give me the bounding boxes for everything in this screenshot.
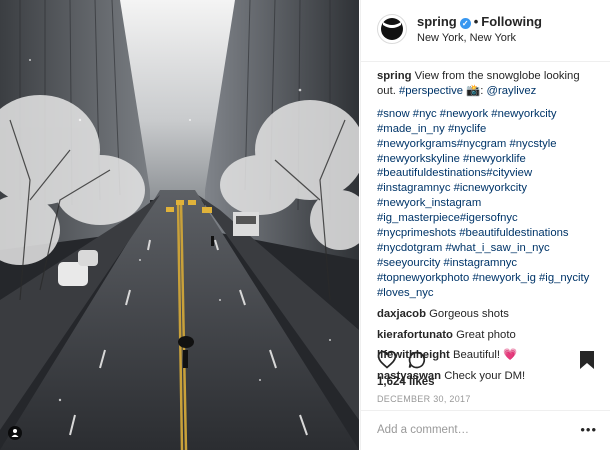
comment-username[interactable]: daxjacob <box>377 308 426 320</box>
post-username[interactable]: spring <box>417 14 457 29</box>
heart-icon[interactable] <box>377 350 397 375</box>
follow-status-button[interactable]: Following <box>481 14 542 29</box>
comment-text: Gorgeous shots <box>429 307 509 320</box>
separator-dot: • <box>473 14 479 29</box>
likes-count[interactable]: 1,624 likes <box>377 376 435 388</box>
caption-credit-mention[interactable]: @raylivez <box>487 85 537 97</box>
comment-item: daxjacob Gorgeous shots <box>377 307 599 322</box>
comments-list: spring View from the snowglobe looking o… <box>377 69 599 384</box>
more-options-icon[interactable]: ••• <box>580 422 597 437</box>
comment-username[interactable]: kierafortunato <box>377 329 453 341</box>
caption: spring View from the snowglobe looking o… <box>377 70 580 97</box>
caption-username[interactable]: spring <box>377 70 412 82</box>
add-comment-input[interactable]: Add a comment… <box>377 424 469 436</box>
add-comment-bar: Add a comment… ••• <box>361 410 610 450</box>
post-location[interactable]: New York, New York <box>417 32 516 44</box>
post-header: spring ✓ • Following New York, New York <box>361 0 610 62</box>
post-actions <box>377 346 595 374</box>
verified-badge-icon: ✓ <box>459 18 471 29</box>
comment-icon[interactable] <box>407 350 427 375</box>
post-details-panel: spring ✓ • Following New York, New York spr… <box>360 0 610 450</box>
hashtags-block[interactable]: #snow #nyc #newyork #newyorkcity #made_i… <box>377 107 599 301</box>
camera-emoji: 📸 <box>466 84 481 97</box>
post-photo[interactable] <box>0 0 359 450</box>
tag-person-icon[interactable] <box>8 426 22 440</box>
post-date: DECEMBER 30, 2017 <box>377 394 471 404</box>
photo-snowy-street <box>0 0 359 450</box>
caption-hashtag[interactable]: #perspective <box>399 85 463 97</box>
comment-text: Great photo <box>456 328 516 341</box>
avatar[interactable] <box>377 14 407 44</box>
comment-item: kierafortunato Great photo <box>377 328 599 343</box>
bookmark-icon[interactable] <box>579 350 595 375</box>
